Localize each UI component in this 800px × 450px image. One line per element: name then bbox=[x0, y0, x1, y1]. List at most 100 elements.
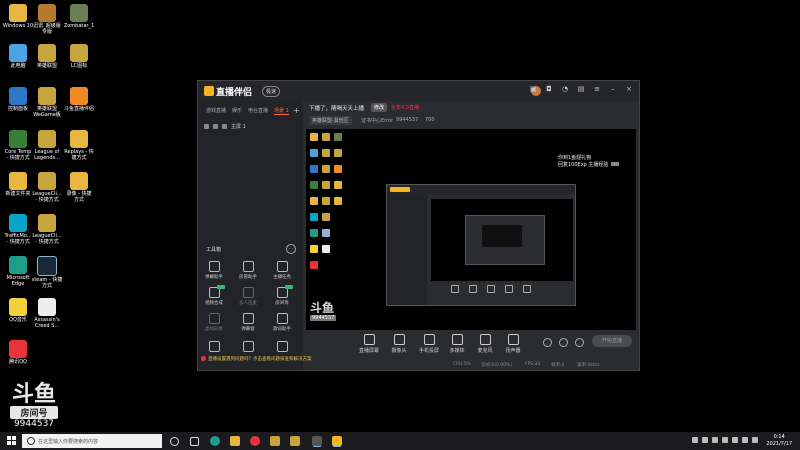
start-tile bbox=[7, 441, 11, 445]
taskbar-search[interactable]: 在这里输入你要搜索的内容 bbox=[22, 434, 162, 448]
tab-entertainment[interactable]: 娱乐 bbox=[232, 107, 242, 115]
league-client-icon[interactable] bbox=[290, 436, 300, 446]
camera-button[interactable]: 摄像头 bbox=[385, 334, 413, 354]
obs-icon[interactable] bbox=[312, 436, 322, 446]
status-bar: CPU:5% 丢帧:0(0.00%) FPS:30 帧率:0 速率:0kb/s bbox=[303, 360, 639, 370]
game-icon bbox=[38, 4, 56, 22]
lock-icon[interactable]: ◘ bbox=[545, 85, 553, 93]
tool-video-merge[interactable]: 视频合成 bbox=[202, 285, 226, 306]
tool-avatar[interactable]: 虚拟形象 bbox=[202, 313, 226, 332]
desktop-icon-zombatar[interactable]: Zombatar_1 bbox=[61, 4, 97, 29]
app-tag[interactable]: 极速 bbox=[262, 86, 281, 97]
nested-control-icon bbox=[523, 285, 531, 293]
lol-icon[interactable] bbox=[270, 436, 280, 446]
nested-control-icon bbox=[487, 285, 495, 293]
nested-control-icon bbox=[469, 285, 477, 293]
edge-icon[interactable] bbox=[210, 436, 220, 446]
start-tile bbox=[12, 436, 16, 440]
tool-danmu-window[interactable]: 弹幕窗 bbox=[236, 313, 260, 332]
desktop-icon-lol[interactable]: 英雄联盟 bbox=[29, 44, 65, 69]
tool-lyrics[interactable]: 歌词助手 bbox=[270, 313, 294, 332]
desktop-icon-league-of-legends[interactable]: League of Legends... bbox=[29, 130, 65, 161]
douyu-companion-icon[interactable] bbox=[332, 436, 342, 446]
input-method-icon[interactable] bbox=[752, 437, 758, 443]
preview-room-id: 9944537 bbox=[310, 315, 337, 321]
media-button[interactable]: 多媒体 bbox=[443, 334, 471, 354]
header-icons: ▣ ◘ ◔ ▤ ≡ – × bbox=[529, 85, 633, 93]
shop-icon[interactable]: ▤ bbox=[577, 85, 585, 93]
speaker-icon bbox=[507, 334, 519, 345]
desktop-icon-lc[interactable]: LC图标 bbox=[61, 44, 97, 69]
mic-button[interactable]: 麦克风 bbox=[471, 334, 499, 354]
minimize-icon[interactable]: – bbox=[609, 85, 617, 93]
dropped-frames-status: 丢帧:0(0.00%) bbox=[481, 363, 513, 368]
lock-icon[interactable] bbox=[213, 124, 218, 129]
screen-icon bbox=[363, 334, 375, 345]
cortana-icon[interactable] bbox=[170, 437, 179, 446]
preview-desktop-icon bbox=[322, 149, 330, 157]
stream-preview[interactable]: 你到1鱼翅礼物 回复100Exp 主播经验 斗鱼 9944537 bbox=[306, 129, 636, 330]
more-icon[interactable]: ⋯ bbox=[286, 244, 296, 254]
scene-tabs: 游戏直播 娱乐 电台直播 场景 1 bbox=[198, 101, 303, 115]
tencent-qq-icon bbox=[9, 340, 27, 358]
preview-desktop-icon bbox=[310, 133, 318, 141]
scene-source-label[interactable]: 主屏 1 bbox=[231, 123, 246, 130]
tool-tasks[interactable]: 主播任务 bbox=[270, 261, 294, 280]
phone-cast-button[interactable]: 手机投屏 bbox=[415, 334, 443, 354]
tool-room[interactable]: 房间等 bbox=[270, 285, 294, 306]
tray-icon[interactable] bbox=[722, 437, 728, 443]
eye-icon[interactable] bbox=[204, 124, 209, 129]
task-view-icon[interactable] bbox=[190, 437, 199, 446]
add-tab-icon[interactable]: + bbox=[293, 106, 300, 115]
clock[interactable]: 0:14 2021/7/17 bbox=[766, 434, 792, 448]
lol-icon bbox=[38, 87, 56, 105]
bell-icon[interactable]: ◔ bbox=[561, 85, 569, 93]
cert-status[interactable]: 证书中心Error bbox=[361, 117, 393, 124]
desktop-icon-douyu-companion[interactable]: 斗鱼直播伴侣 bbox=[61, 87, 97, 112]
preview-desktop-icon bbox=[322, 181, 330, 189]
tool-room-manager[interactable]: 房管助手 bbox=[236, 261, 260, 280]
network-icon[interactable] bbox=[732, 437, 738, 443]
menu-icon[interactable]: ≡ bbox=[593, 85, 601, 93]
timer-icon[interactable] bbox=[559, 338, 568, 347]
start-live-button[interactable]: 开始直播 bbox=[592, 335, 632, 347]
gift-icon[interactable]: ▣ bbox=[529, 85, 537, 93]
desktop-icon-leaguecli-1[interactable]: LeagueCli... - 快捷方式 bbox=[29, 172, 65, 203]
desktop-icon-lol-wegame[interactable]: 英雄联盟 WeGame版 bbox=[29, 87, 65, 118]
gift-notice-text: 你到1鱼翅礼物 bbox=[558, 155, 592, 161]
edit-title-button[interactable]: 修改 bbox=[371, 103, 388, 112]
desktop-icon-leaguecli-2[interactable]: LeagueCli... - 快捷方式 bbox=[29, 214, 65, 245]
preview-desktop-icon bbox=[322, 165, 330, 173]
new-badge bbox=[217, 285, 225, 289]
desktop-icon-recordings[interactable]: 录像 - 快捷 方式 bbox=[61, 172, 97, 203]
volume-icon[interactable] bbox=[742, 437, 748, 443]
windows-start-icon[interactable] bbox=[7, 436, 17, 446]
record-icon[interactable] bbox=[543, 338, 552, 347]
preview-desktop-icon bbox=[310, 197, 318, 205]
lol-icon bbox=[38, 130, 56, 148]
screen-capture-button[interactable]: 直播屏幕 bbox=[355, 334, 383, 354]
qq-icon[interactable] bbox=[250, 436, 260, 446]
tool-danmu[interactable]: 弹幕助手 bbox=[202, 261, 226, 280]
tab-scene-1[interactable]: 场景 1 bbox=[274, 107, 289, 115]
tool-multi-mic[interactable]: 多人连麦 bbox=[236, 287, 260, 306]
desktop-icon-tencent-qq[interactable]: 腾讯QQ bbox=[0, 340, 36, 365]
file-explorer-icon[interactable] bbox=[230, 436, 240, 446]
settings-icon[interactable] bbox=[575, 338, 584, 347]
category-selector[interactable]: 英雄联盟-其他区 bbox=[309, 116, 352, 125]
tab-game[interactable]: 游戏直播 bbox=[206, 107, 226, 115]
close-icon[interactable]: × bbox=[625, 85, 633, 93]
tab-radio[interactable]: 电台直播 bbox=[248, 107, 268, 115]
tray-icon[interactable] bbox=[702, 437, 708, 443]
speaker-button[interactable]: 扬声器 bbox=[499, 334, 527, 354]
tray-icon[interactable] bbox=[692, 437, 698, 443]
monitor-icon bbox=[222, 124, 227, 129]
tray-icon[interactable] bbox=[712, 437, 718, 443]
gift-notice-line-1: 你到1鱼翅礼物 bbox=[558, 155, 619, 162]
desktop-icon-replays[interactable]: Replays - 快 捷方式 bbox=[61, 130, 97, 161]
window-header: 直播伴侣 极速 ▣ ◘ ◔ ▤ ≡ – × bbox=[198, 81, 639, 101]
desktop-icon-steam[interactable]: steam - 快捷 方式 bbox=[29, 256, 65, 289]
desktop-icon-assassins-creed[interactable]: Assassin's Creed S... bbox=[29, 298, 65, 329]
desktop-icon-xunlei[interactable]: 迅雷_超级版 专版 bbox=[29, 4, 65, 35]
help-notice[interactable]: 直播设置遇到问题吗？点击查看问题排查和解决方案 bbox=[198, 352, 312, 370]
